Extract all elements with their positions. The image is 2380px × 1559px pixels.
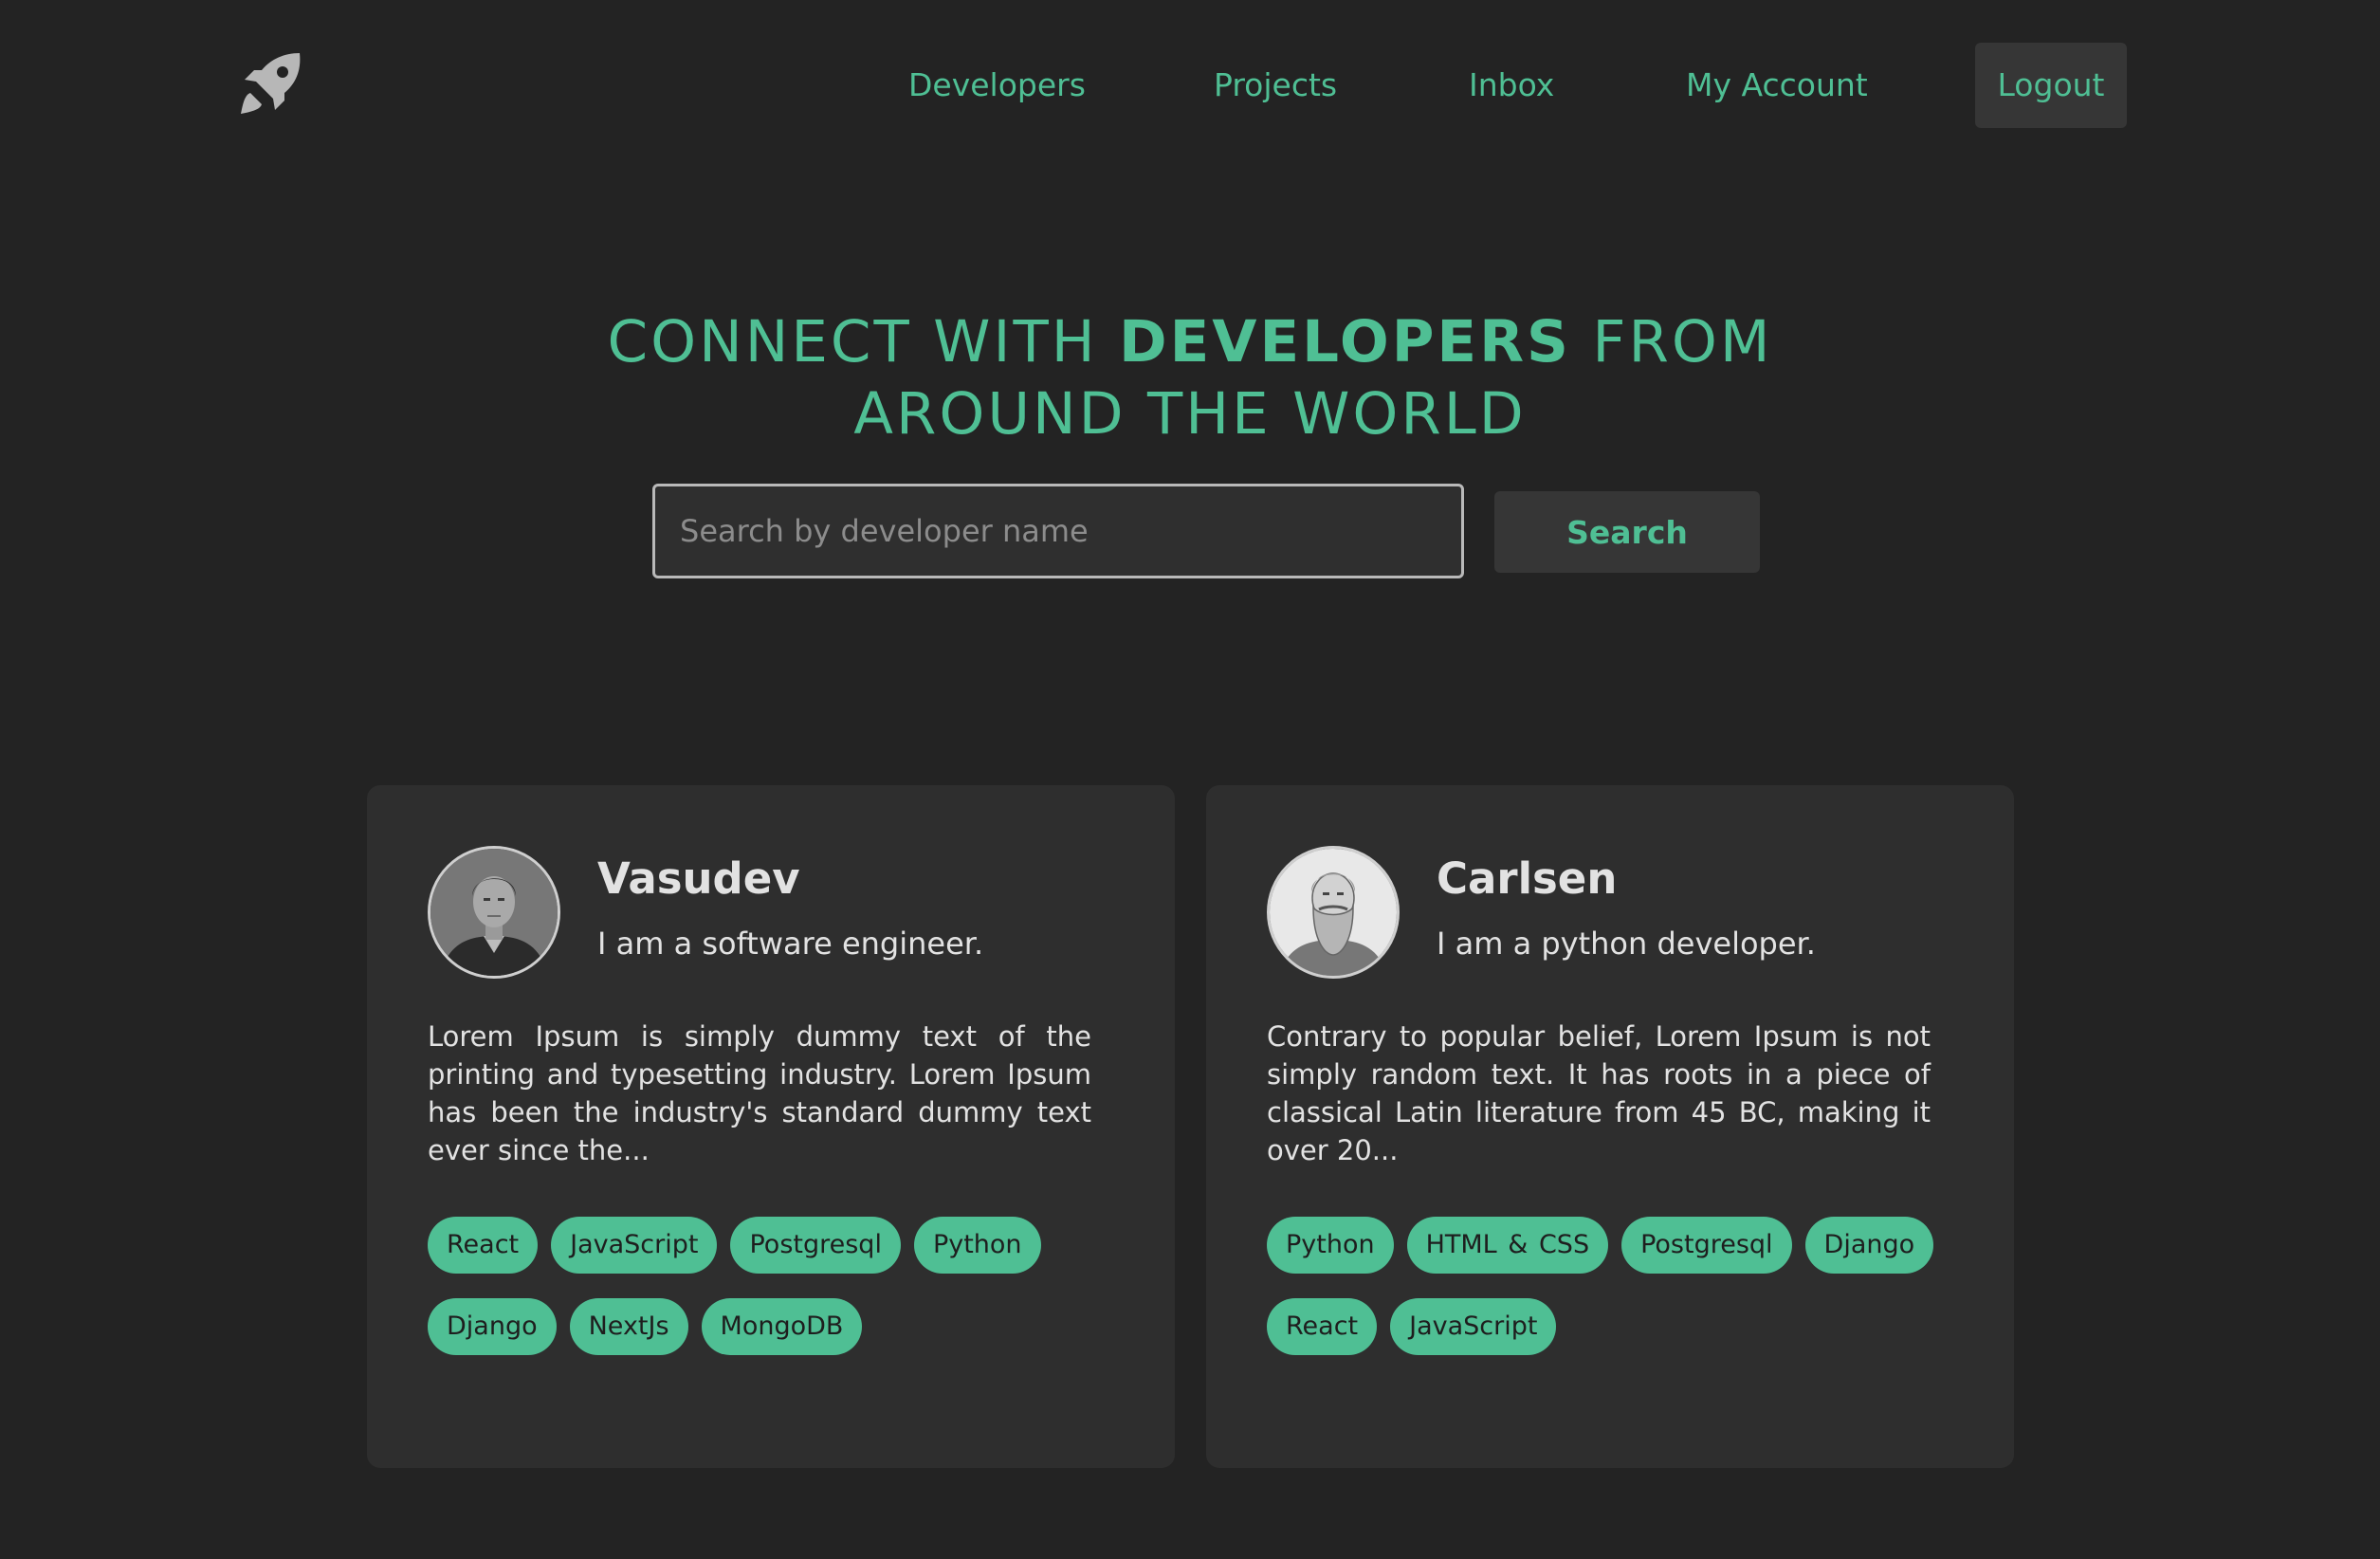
hero-title: CONNECT WITH DEVELOPERS FROM AROUND THE W… [0,306,2380,450]
nav-my-account-link[interactable]: My Account [1686,43,1868,128]
skill-tag: Postgresql [730,1217,901,1274]
avatar [1267,846,1400,979]
skill-tag: Django [428,1298,557,1355]
skill-tag: Postgresql [1621,1217,1792,1274]
skill-tag: Django [1804,1217,1934,1274]
skill-tag: JavaScript [551,1217,718,1274]
skill-tag: Python [1267,1217,1394,1274]
developer-card[interactable]: Vasudev I am a software engineer. Lorem … [367,785,1175,1468]
skill-tags: Python HTML & CSS Postgresql Django Reac… [1267,1217,1959,1355]
search-button[interactable]: Search [1494,491,1760,573]
hero-title-part2: FROM [1570,307,1773,376]
skill-tag: React [428,1217,539,1274]
skill-tags: React JavaScript Postgresql Python Djang… [428,1217,1120,1355]
hero-title-line2: AROUND THE WORLD [853,379,1527,448]
site-header: Developers Projects Inbox My Account Log… [0,0,2380,171]
developer-bio: Lorem Ipsum is simply dummy text of the … [428,1020,1091,1166]
skill-tag: Python [913,1217,1041,1274]
avatar [428,846,560,979]
search-form: Search [0,484,2380,578]
developer-role: I am a software engineer. [597,926,984,962]
search-input[interactable] [652,484,1464,578]
hero-title-highlight: DEVELOPERS [1118,307,1571,376]
nav-inbox-link[interactable]: Inbox [1469,43,1554,128]
main-nav: Developers Projects Inbox My Account Log… [0,43,2380,128]
logout-button[interactable]: Logout [1975,43,2127,128]
developer-name: Vasudev [597,853,800,904]
hero-title-part1: CONNECT WITH [607,307,1119,376]
developer-role: I am a python developer. [1437,926,1816,962]
nav-developers-link[interactable]: Developers [908,43,1086,128]
skill-tag: NextJs [569,1298,688,1355]
developer-name: Carlsen [1437,853,1618,904]
skill-tag: JavaScript [1390,1298,1557,1355]
skill-tag: HTML & CSS [1406,1217,1609,1274]
nav-projects-link[interactable]: Projects [1214,43,1337,128]
skill-tag: MongoDB [701,1298,863,1355]
developer-card[interactable]: Carlsen I am a python developer. Contrar… [1206,785,2014,1468]
skill-tag: React [1267,1298,1378,1355]
developer-bio: Contrary to popular belief, Lorem Ipsum … [1267,1020,1931,1166]
